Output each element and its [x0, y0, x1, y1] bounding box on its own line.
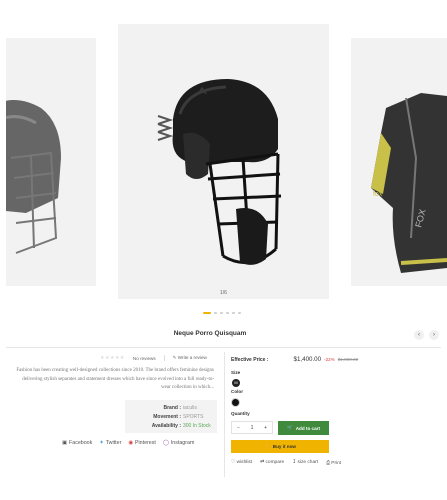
- column-divider: [224, 352, 225, 477]
- print-link[interactable]: ⎙ Print: [326, 460, 341, 466]
- product-nav: ‹ ›: [414, 330, 439, 340]
- thumbs-up-icon: ✌: [264, 443, 270, 449]
- slide-counter: 1/6: [220, 290, 227, 296]
- twitter-icon: ✦: [99, 440, 104, 446]
- compare-link[interactable]: ⇄ compare: [260, 460, 284, 466]
- gallery-slide-next[interactable]: fox FOX: [351, 38, 447, 286]
- info-key: Availability :: [151, 422, 181, 429]
- share-links: ▣ Facebook ✦ Twitter ◉ Pinterest ◯ Instagram: [62, 440, 194, 446]
- pencil-icon: ✎: [172, 355, 177, 360]
- catcher-helmet-image: [6, 100, 61, 254]
- buy-now-button[interactable]: ✌ Buy it now: [231, 440, 329, 453]
- star-rating-icon: ★★★★★: [100, 355, 125, 361]
- wishlist-link[interactable]: ♡ wishlist: [231, 460, 252, 466]
- add-to-cart-label: Add to cart: [295, 425, 320, 431]
- jersey-image: fox FOX: [371, 93, 447, 273]
- write-review-link[interactable]: ✎ Write a review: [173, 355, 207, 361]
- info-key: Movement :: [153, 413, 181, 420]
- quantity-stepper: − 1 +: [231, 421, 273, 434]
- quantity-label: Quantity: [231, 411, 250, 416]
- pagination-dot[interactable]: [238, 312, 241, 314]
- gallery-slide-active[interactable]: 1/6: [118, 24, 329, 299]
- catcher-helmet-image: [157, 79, 282, 265]
- pagination-dot[interactable]: [226, 312, 229, 314]
- pagination-dot[interactable]: [232, 312, 235, 314]
- quantity-input[interactable]: 1: [251, 425, 254, 431]
- chevron-right-icon[interactable]: ›: [429, 330, 439, 340]
- product-description: Fashion has been creating well-designed …: [16, 368, 214, 391]
- instagram-icon: ◯: [162, 440, 169, 446]
- reviews-count[interactable]: No reviews: [133, 356, 156, 361]
- ruler-icon: ↧: [292, 460, 297, 465]
- pagination-dot[interactable]: [203, 312, 211, 314]
- compare-icon: ⇄: [260, 460, 265, 465]
- info-value: 300 In Stock: [183, 422, 211, 429]
- info-value[interactable]: iaculis: [183, 405, 197, 411]
- info-row-availability: Availability : 300 In Stock: [129, 421, 213, 430]
- quantity-increase-button[interactable]: +: [264, 425, 267, 431]
- divider: [6, 347, 441, 348]
- pinterest-icon: ◉: [128, 440, 133, 446]
- reviews-bar: ★★★★★ No reviews ✎ Write a review: [100, 355, 207, 361]
- chevron-left-icon[interactable]: ‹: [414, 330, 424, 340]
- size-chart-link[interactable]: ↧ size chart: [292, 460, 318, 466]
- pagination-dot[interactable]: [214, 312, 217, 314]
- print-icon: ⎙: [326, 461, 330, 466]
- cart-icon: 🛒: [287, 425, 293, 430]
- info-value: SPORTS: [183, 413, 204, 420]
- heart-icon: ♡: [231, 460, 236, 465]
- info-row-brand: Brand : iaculis: [129, 403, 213, 412]
- facebook-icon: ▣: [62, 440, 68, 446]
- pagination-dot[interactable]: [220, 312, 223, 314]
- old-price: $1,800.00: [337, 357, 359, 362]
- current-price: $1,400.00: [293, 356, 322, 363]
- separator: [163, 355, 165, 361]
- svg-text:fox: fox: [373, 191, 383, 198]
- color-label: Color: [231, 389, 243, 394]
- product-tools: ♡ wishlist ⇄ compare ↧ size chart ⎙ Prin…: [231, 460, 341, 466]
- add-to-cart-button[interactable]: 🛒 Add to cart: [278, 421, 329, 435]
- product-info-table: Brand : iaculis Movement : SPORTS Availa…: [125, 400, 217, 433]
- share-instagram[interactable]: ◯ Instagram: [163, 440, 195, 446]
- gallery-pagination: [203, 312, 241, 314]
- buy-now-label: Buy it now: [272, 444, 296, 449]
- share-twitter[interactable]: ✦ Twitter: [99, 440, 121, 446]
- quantity-decrease-button[interactable]: −: [237, 425, 240, 431]
- price-label: Effective Price :: [231, 356, 269, 363]
- color-swatch-black[interactable]: [231, 398, 240, 407]
- price-row: Effective Price : $1,400.00 -22% $1,800.…: [231, 356, 358, 363]
- discount-badge: -22%: [324, 357, 335, 362]
- share-facebook[interactable]: ▣ Facebook: [62, 440, 92, 446]
- share-pinterest[interactable]: ◉ Pinterest: [128, 440, 156, 446]
- size-label: Size: [231, 370, 241, 375]
- size-option[interactable]: M: [232, 379, 240, 387]
- info-row-movement: Movement : SPORTS: [129, 412, 213, 421]
- info-key: Brand :: [163, 404, 182, 411]
- product-title: Neque Porro Quisquam: [173, 330, 247, 337]
- gallery-slide-prev[interactable]: [6, 38, 96, 286]
